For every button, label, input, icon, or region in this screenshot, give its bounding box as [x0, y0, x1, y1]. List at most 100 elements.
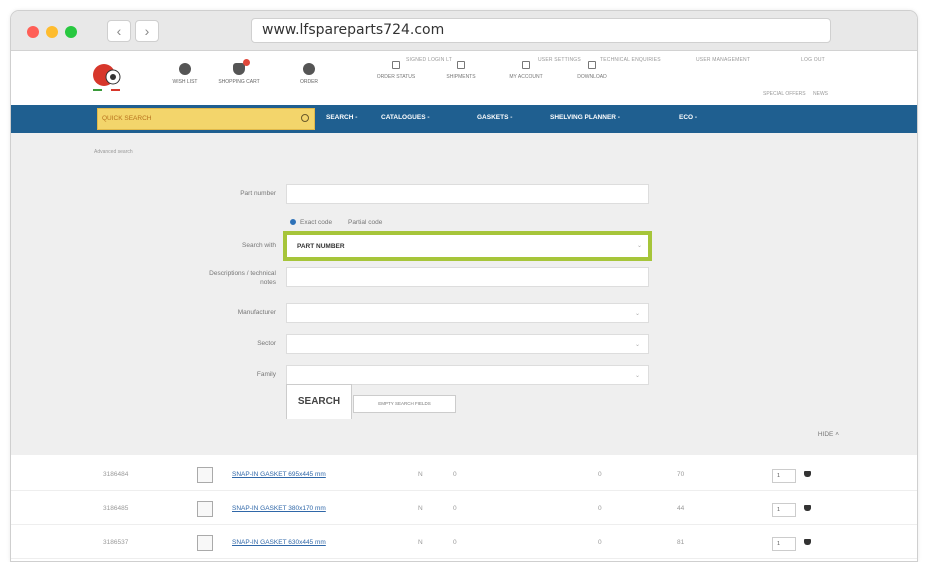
chevron-right-icon: › — [144, 23, 150, 39]
product-link[interactable]: SNAP-IN GASKET 380x170 mm — [232, 505, 326, 512]
wish-list-label: WISH LIST — [172, 79, 198, 85]
col-d: 44 — [677, 505, 685, 512]
shopping-cart-button[interactable]: SHOPPING CART — [215, 59, 263, 85]
part-code: 3186537 — [103, 539, 129, 546]
chevron-down-icon: ⌄ — [634, 373, 640, 379]
quick-search-input[interactable]: QUICK SEARCH — [97, 108, 315, 130]
radio-checked-icon — [290, 219, 296, 226]
search-button[interactable]: SEARCH — [286, 384, 352, 419]
advanced-search-panel: Advanced search Part number Exact code P… — [11, 133, 917, 455]
logout-link[interactable]: LOG OUT — [801, 57, 825, 63]
product-link[interactable]: SNAP-IN GASKET 630x445 mm — [232, 539, 326, 546]
doc-icon — [392, 61, 400, 69]
col-d: 81 — [677, 539, 685, 546]
add-to-cart-icon[interactable] — [804, 539, 811, 545]
address-bar[interactable]: www.lfspareparts724.com — [251, 18, 831, 43]
col-a: N — [418, 539, 423, 546]
table-row: 3186537 SNAP-IN GASKET 630x445 mm N 0 0 … — [11, 529, 917, 559]
nav-search[interactable]: SEARCH - — [326, 114, 357, 121]
download-icon — [588, 61, 596, 69]
main-nav: QUICK SEARCH SEARCH - CATALOGUES - GASKE… — [11, 105, 917, 133]
col-d: 70 — [677, 471, 685, 478]
col-a: N — [418, 505, 423, 512]
col-c: 0 — [598, 505, 602, 512]
chevron-down-icon: ⌄ — [634, 342, 640, 348]
product-link[interactable]: SNAP-IN GASKET 695x445 mm — [232, 471, 326, 478]
minimize-window-button[interactable] — [46, 26, 58, 38]
product-image[interactable] — [197, 535, 213, 551]
nav-eco[interactable]: ECO - — [679, 114, 697, 121]
quick-search-placeholder: QUICK SEARCH — [102, 115, 152, 122]
order-status-button[interactable]: ORDER STATUS — [373, 61, 419, 80]
site-logo[interactable] — [89, 61, 129, 93]
maximize-window-button[interactable] — [65, 26, 77, 38]
product-image[interactable] — [197, 467, 213, 483]
forward-button[interactable]: › — [135, 20, 159, 42]
quantity-select[interactable]: 1 — [772, 469, 796, 483]
shipments-label: SHIPMENTS — [446, 74, 476, 80]
descriptions-input[interactable] — [286, 267, 649, 287]
close-window-button[interactable] — [27, 26, 39, 38]
col-c: 0 — [598, 471, 602, 478]
part-number-label: Part number — [240, 190, 276, 197]
nav-catalogues[interactable]: CATALOGUES - — [381, 114, 430, 121]
hide-toggle[interactable]: HIDE ˄ — [818, 431, 839, 438]
table-row: 3186485 SNAP-IN GASKET 380x170 mm N 0 0 … — [11, 495, 917, 525]
calendar-icon — [522, 61, 530, 69]
shipments-button[interactable]: SHIPMENTS — [438, 61, 484, 80]
partial-code-radio[interactable]: Partial code — [348, 219, 382, 226]
col-a: N — [418, 471, 423, 478]
quantity-select[interactable]: 1 — [772, 503, 796, 517]
my-account-button[interactable]: MY ACCOUNT — [503, 61, 549, 80]
chevron-up-icon: ˄ — [835, 431, 839, 438]
col-b: 0 — [453, 471, 457, 478]
news-link[interactable]: NEWS — [813, 91, 828, 97]
my-account-label: MY ACCOUNT — [509, 74, 543, 80]
col-b: 0 — [453, 505, 457, 512]
nav-gaskets[interactable]: GASKETS - — [477, 114, 512, 121]
chevron-left-icon: ‹ — [116, 23, 122, 39]
search-with-select[interactable]: PART NUMBER ⌄ — [283, 231, 652, 261]
exact-code-radio[interactable]: Exact code — [290, 219, 332, 226]
special-offers-link[interactable]: SPECIAL OFFERS — [763, 91, 806, 97]
search-with-label: Search with — [242, 242, 276, 249]
quantity-select[interactable]: 1 — [772, 537, 796, 551]
chevron-down-icon: ⌄ — [636, 243, 642, 249]
add-to-cart-icon[interactable] — [804, 471, 811, 477]
descriptions-label: Descriptions / technical notes — [209, 270, 276, 286]
family-select[interactable]: ⌄ — [286, 365, 649, 385]
family-label: Family — [256, 371, 276, 378]
results-table: 3186484 SNAP-IN GASKET 695x445 mm N 0 0 … — [11, 455, 917, 561]
order-label: ORDER — [299, 79, 319, 85]
wish-list-icon — [179, 63, 191, 75]
back-button[interactable]: ‹ — [107, 20, 131, 42]
empty-search-fields-button[interactable]: EMPTY SEARCH FIELDS — [353, 395, 456, 413]
part-number-input[interactable] — [286, 184, 649, 204]
cart-badge — [243, 59, 250, 66]
site-header: WISH LIST SHOPPING CART ORDER SIGNED LOG… — [11, 51, 917, 105]
wish-list-button[interactable]: WISH LIST — [161, 63, 209, 85]
add-to-cart-icon[interactable] — [804, 505, 811, 511]
truck-icon — [457, 61, 465, 69]
browser-toolbar: ‹ › www.lfspareparts724.com — [11, 11, 917, 51]
order-button[interactable]: ORDER — [285, 63, 333, 85]
manufacturer-select[interactable]: ⌄ — [286, 303, 649, 323]
shopping-cart-label: SHOPPING CART — [218, 79, 260, 85]
part-code: 3186485 — [103, 505, 129, 512]
manufacturer-label: Manufacturer — [237, 309, 276, 316]
order-icon — [303, 63, 315, 75]
user-management-link[interactable]: USER MANAGEMENT — [696, 57, 750, 63]
cart-icon — [233, 59, 250, 75]
browser-window: ‹ › www.lfspareparts724.com WISH LIST SH… — [10, 10, 918, 562]
search-with-value: PART NUMBER — [297, 243, 345, 250]
breadcrumb[interactable]: Advanced search — [94, 149, 133, 155]
sector-select[interactable]: ⌄ — [286, 334, 649, 354]
nav-shelving-planner[interactable]: SHELVING PLANNER - — [550, 114, 620, 121]
code-match-options: Exact code Partial code — [290, 219, 382, 226]
part-code: 3186484 — [103, 471, 129, 478]
search-icon[interactable] — [301, 114, 309, 122]
download-button[interactable]: DOWNLOAD — [569, 61, 615, 80]
col-b: 0 — [453, 539, 457, 546]
product-image[interactable] — [197, 501, 213, 517]
sector-label: Sector — [257, 340, 276, 347]
